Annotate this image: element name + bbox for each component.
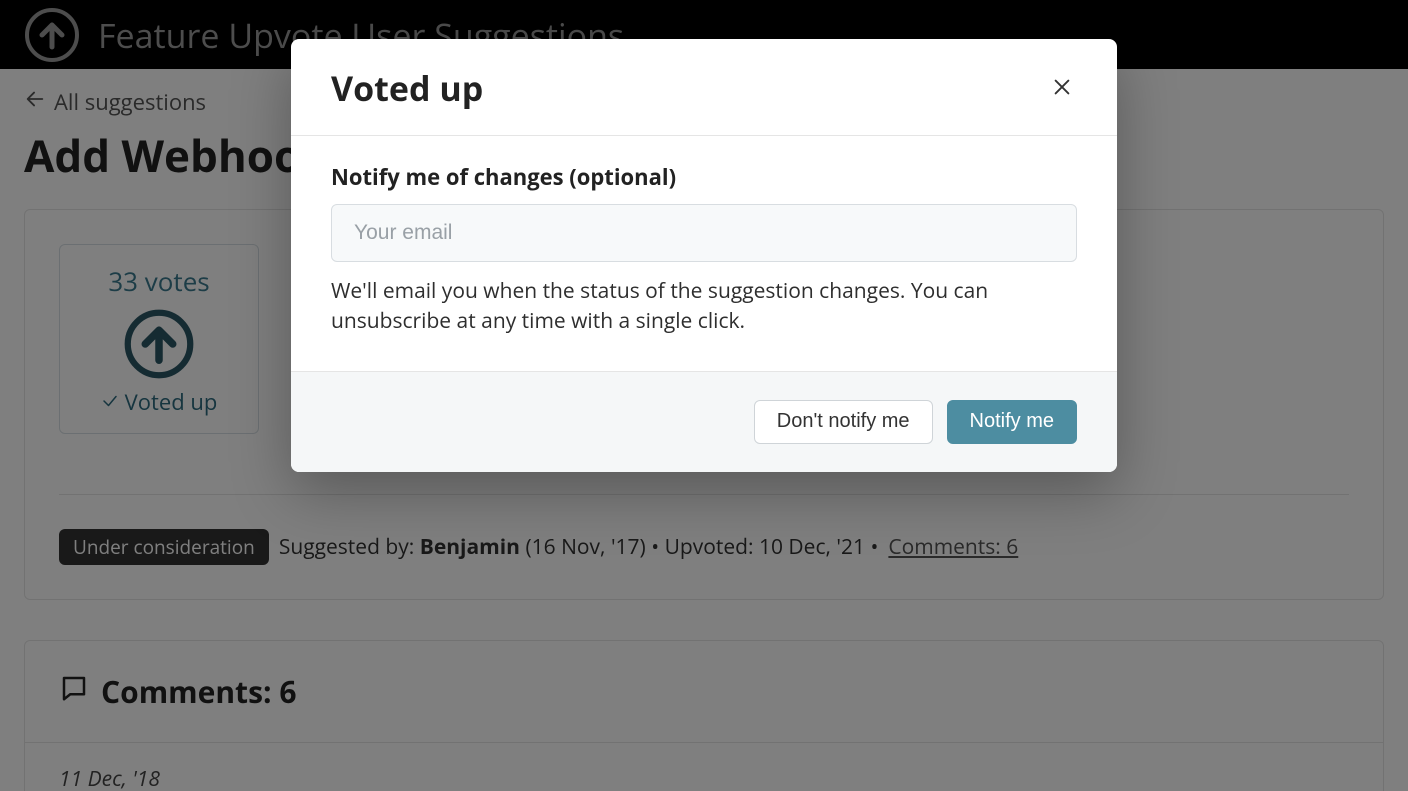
dont-notify-button[interactable]: Don't notify me — [754, 400, 933, 444]
notify-me-button[interactable]: Notify me — [947, 400, 1077, 444]
modal-footer: Don't notify me Notify me — [291, 371, 1117, 472]
voted-up-modal: Voted up Notify me of changes (optional)… — [291, 39, 1117, 472]
email-field[interactable] — [331, 204, 1077, 262]
close-button[interactable] — [1047, 72, 1077, 105]
help-text: We'll email you when the status of the s… — [331, 276, 1077, 337]
modal-title: Voted up — [331, 65, 483, 111]
close-icon — [1051, 86, 1073, 101]
modal-body: Notify me of changes (optional) We'll em… — [291, 136, 1117, 371]
notify-label: Notify me of changes (optional) — [331, 162, 1077, 192]
modal-header: Voted up — [291, 39, 1117, 136]
